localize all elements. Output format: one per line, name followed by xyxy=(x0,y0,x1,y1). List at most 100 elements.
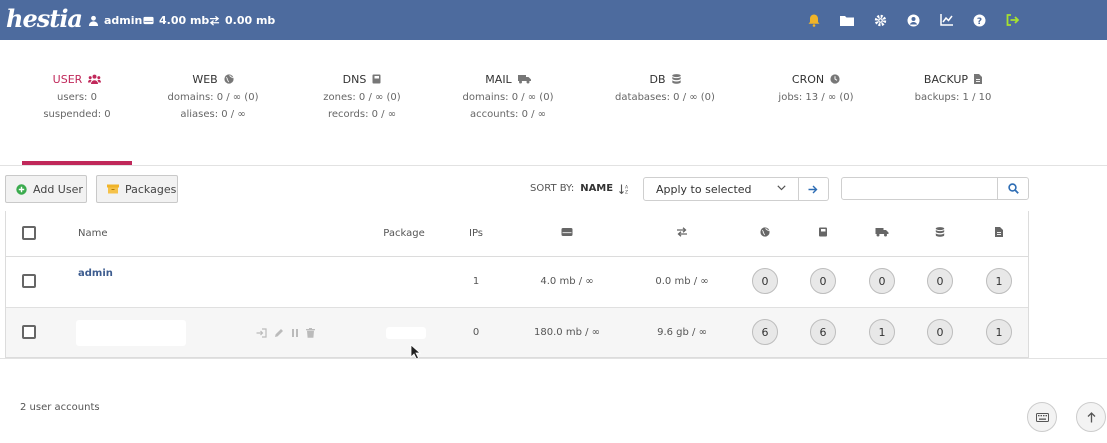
login-as-icon[interactable] xyxy=(256,328,267,338)
sort-value: NAME xyxy=(580,183,614,194)
db-count-badge: 0 xyxy=(927,319,953,345)
table-bottom-line xyxy=(0,358,1107,359)
file-icon xyxy=(974,74,983,84)
bell-icon[interactable] xyxy=(807,13,821,27)
globe-icon xyxy=(760,227,770,237)
tab-dns-title: DNS xyxy=(342,72,367,86)
arrow-right-icon xyxy=(808,185,818,193)
tab-db[interactable]: DB databases: 0 / ∞ (0) xyxy=(610,72,720,104)
exchange-icon xyxy=(209,15,220,26)
tab-dns-line-2: records: 0 / ∞ xyxy=(327,109,397,120)
book-icon xyxy=(819,227,827,237)
tab-dns-line-1: zones: 0 / ∞ (0) xyxy=(323,92,401,103)
tab-db-title: DB xyxy=(649,72,666,86)
exchange-icon xyxy=(677,227,687,237)
user-disk: 4.0 mb / ∞ xyxy=(540,276,594,287)
redacted-package xyxy=(386,327,426,339)
apply-button[interactable] xyxy=(798,177,829,201)
table-row: 0 180.0 mb / ∞ 9.6 gb / ∞ 6 6 1 0 1 xyxy=(6,307,1028,360)
packages-label: Packages xyxy=(125,182,177,196)
user-ips: 0 xyxy=(472,327,480,338)
tab-mail-title: MAIL xyxy=(485,72,512,86)
row-checkbox[interactable] xyxy=(22,274,36,288)
user-icon xyxy=(88,15,99,26)
tab-backup-title: BACKUP xyxy=(923,72,969,86)
database-icon xyxy=(671,74,681,84)
tab-cron-title: CRON xyxy=(791,72,825,86)
mail-count-badge: 1 xyxy=(869,319,895,345)
search-button[interactable] xyxy=(997,177,1029,200)
header-package[interactable]: Package xyxy=(383,228,424,239)
sort-control[interactable]: SORT BY: NAME AZ xyxy=(530,183,629,194)
sort-icon: AZ xyxy=(619,184,629,194)
tab-backup[interactable]: BACKUP backups: 1 / 10 xyxy=(898,72,1008,104)
globe-icon xyxy=(224,74,234,84)
redacted-username xyxy=(76,320,186,346)
web-count-badge: 0 xyxy=(752,268,778,294)
search-input[interactable] xyxy=(841,177,998,200)
tab-web-line-2: aliases: 0 / ∞ xyxy=(180,109,246,120)
packages-button[interactable]: Packages xyxy=(96,175,178,203)
add-user-label: Add User xyxy=(33,182,83,196)
tab-web-title: WEB xyxy=(192,72,218,86)
user-stat[interactable]: admin xyxy=(88,14,142,27)
mail-count-badge: 0 xyxy=(869,268,895,294)
bandwidth-usage: 0.00 mb xyxy=(225,14,276,27)
trash-icon[interactable] xyxy=(306,328,315,338)
scroll-to-top-button[interactable] xyxy=(1076,402,1106,432)
chart-icon[interactable] xyxy=(939,13,953,27)
user-name-link[interactable]: admin xyxy=(78,268,113,279)
users-icon xyxy=(88,74,102,84)
folder-icon[interactable] xyxy=(840,13,854,27)
user-accounts-count: 2 user accounts xyxy=(20,402,100,413)
users-table: Name Package IPs admin 1 4.0 mb / ∞ 0.0 … xyxy=(5,211,1029,360)
hdd-icon xyxy=(561,228,573,236)
tab-mail-line-1: domains: 0 / ∞ (0) xyxy=(462,92,554,103)
svg-text:Z: Z xyxy=(625,189,628,194)
user-ips: 1 xyxy=(472,276,480,287)
keyboard-shortcuts-button[interactable] xyxy=(1027,402,1057,432)
file-icon xyxy=(995,227,1003,237)
add-user-button[interactable]: Add User xyxy=(5,175,87,203)
username: admin xyxy=(104,14,143,27)
sort-label: SORT BY: xyxy=(530,183,575,194)
backup-count-badge: 1 xyxy=(986,319,1012,345)
tab-user-line-2: suspended: 0 xyxy=(43,109,111,120)
tab-backup-line-1: backups: 1 / 10 xyxy=(914,92,992,103)
suspend-icon[interactable] xyxy=(291,328,299,338)
select-all-checkbox[interactable] xyxy=(22,226,36,240)
arrow-up-icon xyxy=(1087,411,1095,422)
table-header: Name Package IPs xyxy=(6,211,1028,257)
tab-user-line-1: users: 0 xyxy=(57,92,97,103)
tab-mail[interactable]: MAIL domains: 0 / ∞ (0) accounts: 0 / ∞ xyxy=(453,72,563,121)
tab-web-line-1: domains: 0 / ∞ (0) xyxy=(167,92,259,103)
tab-user[interactable]: USER users: 0 suspended: 0 xyxy=(22,72,132,121)
database-icon xyxy=(935,227,945,237)
tabs-divider xyxy=(0,165,1107,166)
top-bar: hestia admin 4.00 mb 0.00 mb ? xyxy=(0,0,1107,40)
svg-text:?: ? xyxy=(976,17,981,27)
tab-web[interactable]: WEB domains: 0 / ∞ (0) aliases: 0 / ∞ xyxy=(158,72,268,121)
logout-icon[interactable] xyxy=(1005,13,1019,27)
edit-pencil-icon[interactable] xyxy=(274,328,284,338)
user-circle-icon[interactable] xyxy=(906,13,920,27)
mail-truck-icon xyxy=(517,75,531,84)
row-checkbox[interactable] xyxy=(22,325,36,339)
backup-count-badge: 1 xyxy=(986,268,1012,294)
table-row: admin 1 4.0 mb / ∞ 0.0 mb / ∞ 0 0 0 0 1 xyxy=(6,257,1028,307)
bulk-action-select[interactable]: Apply to selected xyxy=(643,177,799,201)
chevron-down-icon xyxy=(777,185,786,191)
tab-dns[interactable]: DNS zones: 0 / ∞ (0) records: 0 / ∞ xyxy=(307,72,417,121)
header-name[interactable]: Name xyxy=(78,228,108,239)
dns-count-badge: 0 xyxy=(810,268,836,294)
gear-icon[interactable] xyxy=(873,13,887,27)
mail-truck-icon xyxy=(875,228,889,237)
header-ips[interactable]: IPs xyxy=(469,228,483,239)
clock-icon xyxy=(830,74,840,84)
user-bandwidth: 0.0 mb / ∞ xyxy=(655,276,709,287)
tab-db-line-1: databases: 0 / ∞ (0) xyxy=(615,92,715,103)
help-icon[interactable]: ? xyxy=(972,13,986,27)
box-icon xyxy=(107,184,119,194)
hestia-logo[interactable]: hestia xyxy=(6,4,83,33)
tab-cron[interactable]: CRON jobs: 13 / ∞ (0) xyxy=(761,72,871,104)
